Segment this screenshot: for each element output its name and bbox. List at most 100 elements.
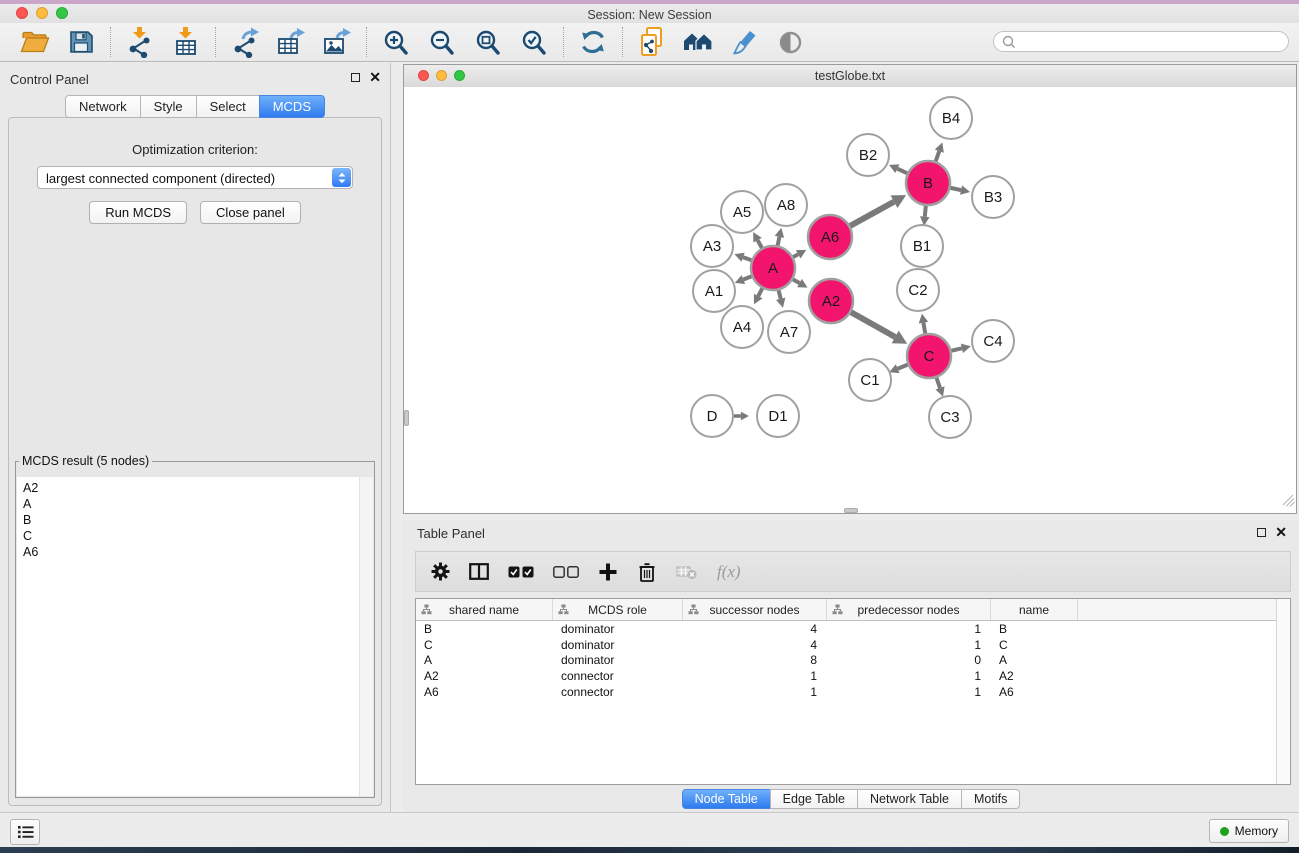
refresh-icon[interactable] xyxy=(577,26,609,58)
tab-network[interactable]: Network xyxy=(65,95,141,118)
tab-network-table[interactable]: Network Table xyxy=(857,789,962,809)
table-cell[interactable]: 4 xyxy=(683,638,827,652)
zoom-out-icon[interactable] xyxy=(426,26,458,58)
table-cell[interactable]: 1 xyxy=(827,685,991,699)
minimize-network-window-button[interactable] xyxy=(436,70,447,81)
mcds-result-item[interactable]: B xyxy=(17,512,373,528)
export-table-icon[interactable] xyxy=(275,26,307,58)
tab-node-table[interactable]: Node Table xyxy=(682,789,771,809)
table-cell[interactable]: 1 xyxy=(683,685,827,699)
edge-A-A1[interactable] xyxy=(743,276,752,280)
run-mcds-button[interactable]: Run MCDS xyxy=(89,201,187,224)
export-network-icon[interactable] xyxy=(229,26,261,58)
edge-C-C4[interactable] xyxy=(950,348,961,351)
table-cell[interactable]: dominator xyxy=(553,622,683,636)
column-header-predecessor-nodes[interactable]: predecessor nodes xyxy=(827,599,991,620)
edge-C-C3[interactable] xyxy=(936,377,940,388)
table-cell[interactable]: A xyxy=(991,653,1078,667)
table-cell[interactable]: A6 xyxy=(416,685,553,699)
close-table-panel-icon[interactable]: ✕ xyxy=(1275,527,1287,538)
minimize-window-button[interactable] xyxy=(36,7,48,19)
table-row[interactable]: Adominator80A xyxy=(416,653,1290,669)
column-header-shared-name[interactable]: shared name xyxy=(416,599,553,620)
edge-B-B1[interactable] xyxy=(925,205,926,217)
table-cell[interactable]: C xyxy=(991,638,1078,652)
mcds-result-item[interactable]: A6 xyxy=(17,544,373,560)
two-houses-icon[interactable] xyxy=(682,26,714,58)
save-session-icon[interactable] xyxy=(65,26,97,58)
column-header-MCDS-role[interactable]: MCDS role xyxy=(553,599,683,620)
close-network-window-button[interactable] xyxy=(418,70,429,81)
table-row[interactable]: Bdominator41B xyxy=(416,621,1290,637)
dropdown-stepper-icon[interactable] xyxy=(332,168,351,187)
tab-motifs[interactable]: Motifs xyxy=(961,789,1020,809)
zoom-in-icon[interactable] xyxy=(380,26,412,58)
eye-icon[interactable] xyxy=(774,26,806,58)
open-file-icon[interactable] xyxy=(19,26,51,58)
zoom-selected-icon[interactable] xyxy=(518,26,550,58)
import-network-icon[interactable] xyxy=(124,26,156,58)
import-table-icon[interactable] xyxy=(170,26,202,58)
table-cell[interactable]: A6 xyxy=(991,685,1078,699)
table-cell[interactable]: dominator xyxy=(553,653,683,667)
edge-B-B2[interactable] xyxy=(897,169,908,174)
network-canvas[interactable]: B4B2BB3A5A8A6A3AB1A1C2A2A4A7C4CC1DD1C3 xyxy=(404,87,1296,513)
zoom-network-window-button[interactable] xyxy=(454,70,465,81)
new-network-from-selection-icon[interactable] xyxy=(636,26,668,58)
edge-A-A2[interactable] xyxy=(792,279,799,283)
zoom-fit-icon[interactable] xyxy=(472,26,504,58)
table-cell[interactable]: A2 xyxy=(416,669,553,683)
edge-B-B3[interactable] xyxy=(950,188,962,190)
add-column-icon[interactable] xyxy=(598,562,618,582)
table-cell[interactable]: 4 xyxy=(683,622,827,636)
function-builder-icon[interactable]: f(x) xyxy=(717,562,741,582)
table-cell[interactable]: B xyxy=(416,622,553,636)
delete-table-icon-disabled[interactable] xyxy=(676,564,698,580)
tab-edge-table[interactable]: Edge Table xyxy=(770,789,858,809)
column-header-name[interactable]: name xyxy=(991,599,1078,620)
table-scrollbar[interactable] xyxy=(1276,599,1290,784)
table-row[interactable]: A6connector11A6 xyxy=(416,684,1290,700)
mcds-result-item[interactable]: A xyxy=(17,496,373,512)
close-window-button[interactable] xyxy=(16,7,28,19)
table-cell[interactable]: C xyxy=(416,638,553,652)
tab-mcds[interactable]: MCDS xyxy=(259,95,325,118)
edge-A-A8[interactable] xyxy=(777,237,779,247)
close-panel-icon[interactable]: ✕ xyxy=(369,72,381,83)
table-cell[interactable]: B xyxy=(991,622,1078,636)
table-row[interactable]: Cdominator41C xyxy=(416,637,1290,653)
tab-style[interactable]: Style xyxy=(140,95,197,118)
deselect-all-columns-icon[interactable] xyxy=(553,566,579,578)
zoom-window-button[interactable] xyxy=(56,7,68,19)
table-cell[interactable]: 8 xyxy=(683,653,827,667)
table-cell[interactable]: connector xyxy=(553,685,683,699)
optimization-criterion-dropdown[interactable]: largest connected component (directed) xyxy=(37,166,353,189)
edge-B-B4[interactable] xyxy=(935,151,939,162)
task-history-button[interactable] xyxy=(10,819,40,845)
table-cell[interactable]: dominator xyxy=(553,638,683,652)
resize-grip-icon[interactable] xyxy=(1281,493,1295,512)
table-cell[interactable]: 0 xyxy=(827,653,991,667)
edge-A6-B[interactable] xyxy=(849,202,894,227)
vertical-scrollbar-thumb[interactable] xyxy=(404,410,409,426)
float-table-panel-icon[interactable] xyxy=(1257,528,1266,537)
edge-A-A3[interactable] xyxy=(743,257,752,260)
toggle-column-panel-icon[interactable] xyxy=(469,563,489,580)
mcds-result-item[interactable]: A2 xyxy=(17,480,373,496)
tab-select[interactable]: Select xyxy=(196,95,260,118)
edge-A-A4[interactable] xyxy=(758,287,763,296)
select-all-columns-icon[interactable] xyxy=(508,566,534,578)
edge-A2-C[interactable] xyxy=(850,312,895,337)
table-cell[interactable]: 1 xyxy=(827,669,991,683)
mcds-result-item[interactable]: C xyxy=(17,528,373,544)
table-cell[interactable]: A xyxy=(416,653,553,667)
edge-C-C2[interactable] xyxy=(923,323,925,335)
table-cell[interactable]: 1 xyxy=(827,622,991,636)
horizontal-scrollbar-thumb[interactable] xyxy=(844,508,858,513)
memory-button[interactable]: Memory xyxy=(1209,819,1289,843)
column-header-successor-nodes[interactable]: successor nodes xyxy=(683,599,827,620)
edge-A-A5[interactable] xyxy=(758,240,763,249)
edge-A-A7[interactable] xyxy=(778,289,780,299)
float-panel-icon[interactable] xyxy=(351,73,360,82)
close-panel-button[interactable]: Close panel xyxy=(200,201,301,224)
